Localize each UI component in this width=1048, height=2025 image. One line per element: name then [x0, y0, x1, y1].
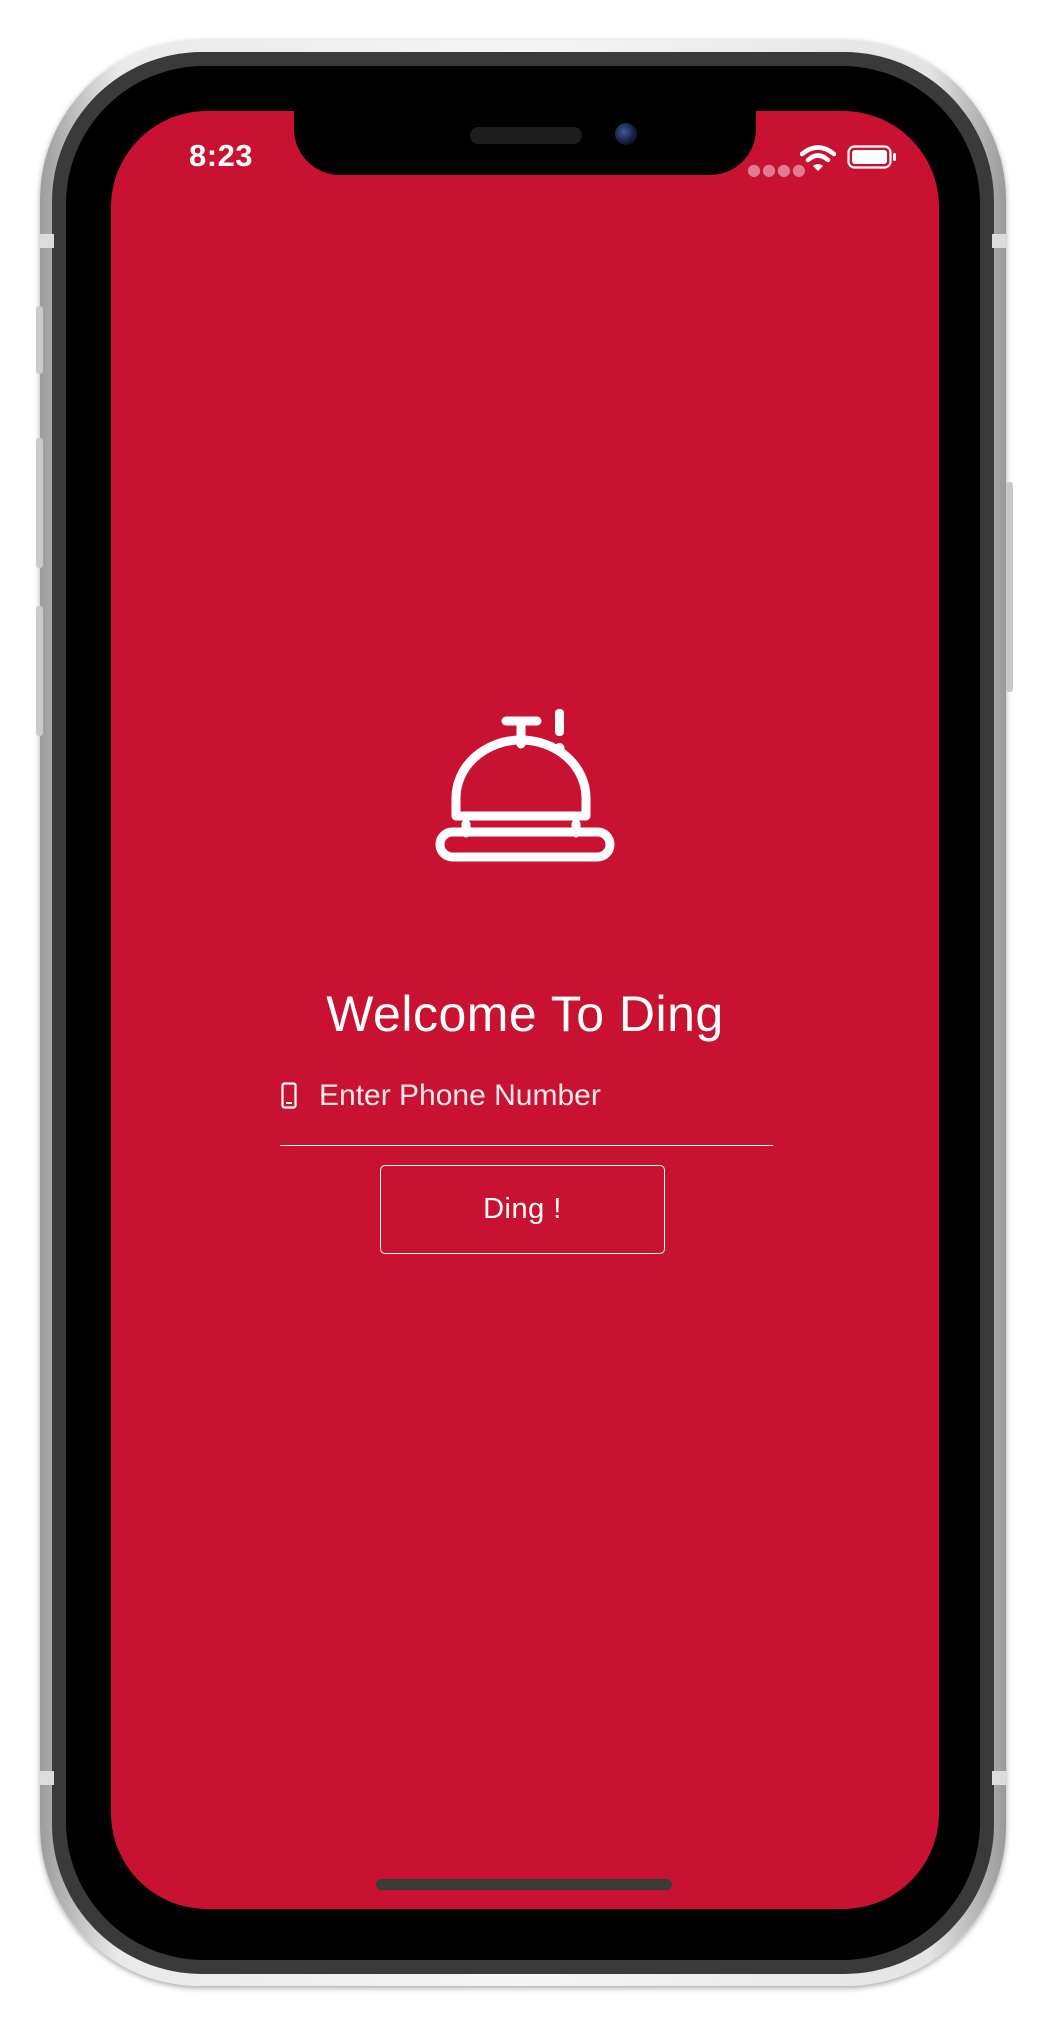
home-indicator[interactable]	[376, 1879, 672, 1890]
volume-up-button	[36, 438, 43, 568]
volume-down-button	[36, 606, 43, 736]
cellular-signal-icon: ●●●●	[747, 160, 807, 179]
antenna-line-bottom-left	[40, 1771, 54, 1785]
front-camera	[615, 123, 637, 145]
wifi-icon	[800, 145, 836, 171]
phone-input-underline	[280, 1145, 773, 1146]
mute-switch	[36, 306, 43, 374]
phone-number-input[interactable]	[319, 1073, 719, 1119]
ding-button[interactable]: Ding !	[380, 1165, 665, 1254]
service-bell-icon	[435, 709, 615, 862]
notch	[294, 111, 756, 175]
welcome-title: Welcome To Ding	[326, 986, 724, 1042]
antenna-line-bottom-right	[992, 1771, 1006, 1785]
app-screen: 8:23 ●●●● Welcome To Ding Ding !	[111, 111, 939, 1909]
antenna-line-top-left	[40, 234, 54, 248]
mobile-phone-icon	[281, 1082, 297, 1109]
power-button	[1006, 482, 1013, 692]
earpiece-speaker	[470, 127, 582, 144]
battery-icon	[847, 145, 896, 169]
status-time: 8:23	[189, 138, 254, 173]
antenna-line-top-right	[992, 234, 1006, 248]
